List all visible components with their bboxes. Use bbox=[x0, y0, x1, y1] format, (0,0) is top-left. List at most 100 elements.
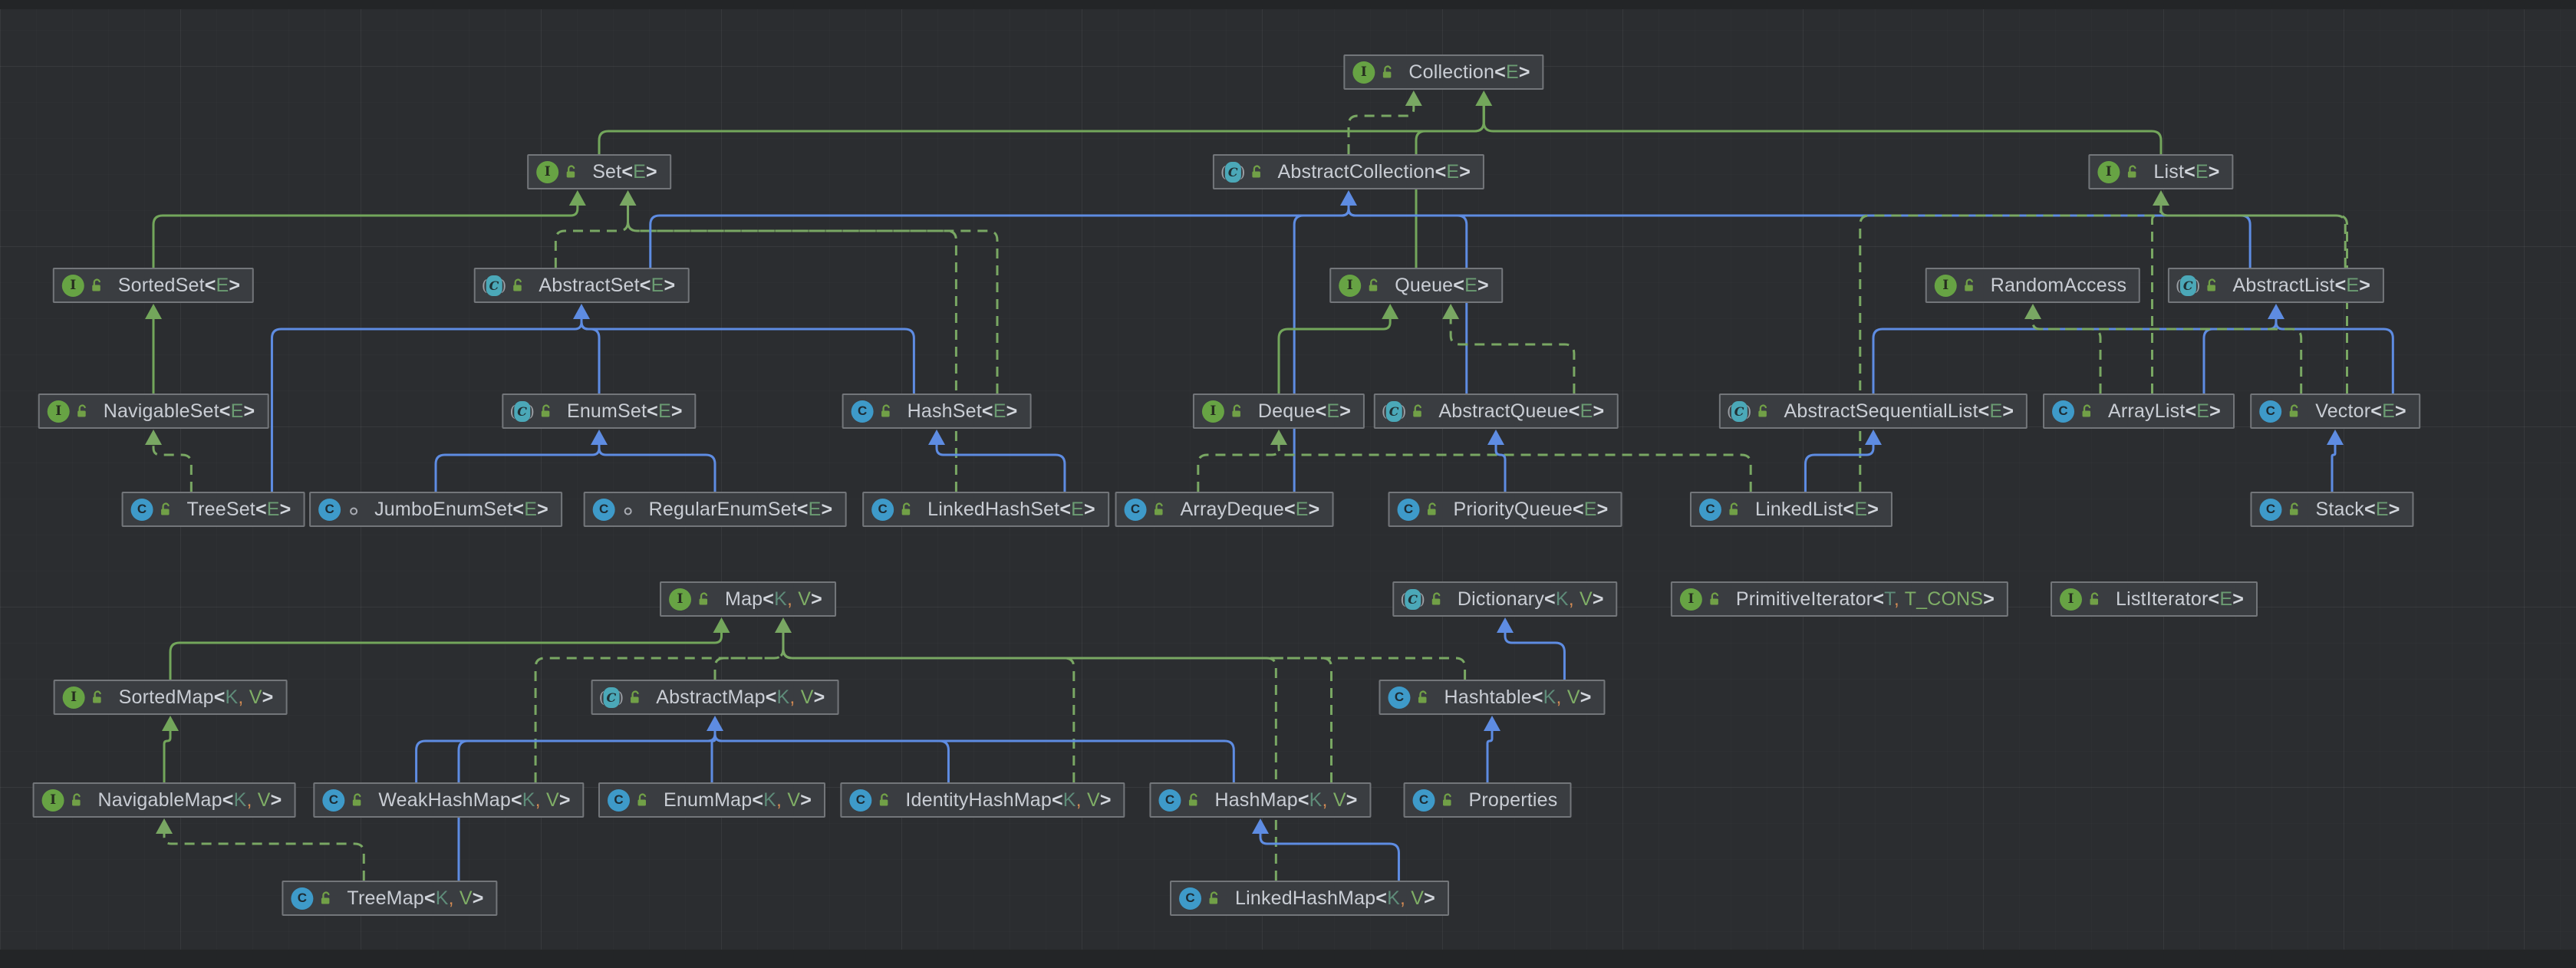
class-name-text: AbstractSet bbox=[539, 275, 639, 296]
node-Stack[interactable]: CStack<E> bbox=[2250, 492, 2413, 527]
node-TreeMap[interactable]: CTreeMap<K, V> bbox=[282, 881, 497, 916]
node-HashMap[interactable]: CHashMap<K, V> bbox=[1149, 782, 1371, 818]
node-EnumMap[interactable]: CEnumMap<K, V> bbox=[598, 782, 825, 818]
class-name-text: Vector bbox=[2315, 400, 2370, 422]
type-parameter: E bbox=[1989, 400, 2002, 422]
node-TreeSet[interactable]: CTreeSet<E> bbox=[122, 492, 305, 527]
edge-AbstractSet-Set-implements bbox=[555, 202, 628, 268]
node-AbstractMap[interactable]: (C)AbstractMap<K, V> bbox=[591, 680, 839, 715]
node-RandomAccess[interactable]: IRandomAccess bbox=[1925, 268, 2140, 303]
node-Map[interactable]: IMap<K, V> bbox=[660, 581, 836, 617]
node-AbstractSet[interactable]: (C)AbstractSet<E> bbox=[474, 268, 690, 303]
node-label: LinkedList<E> bbox=[1755, 499, 1879, 521]
class-icon: C bbox=[2052, 400, 2074, 423]
node-RegularEnumSet[interactable]: CRegularEnumSet<E> bbox=[584, 492, 847, 527]
class-icon: C bbox=[1388, 686, 1410, 709]
uml-diagram-canvas[interactable]: ICollection<E> ISet<E> (C)AbstractCollecti… bbox=[0, 0, 2576, 968]
class-name-text: LinkedHashSet bbox=[927, 499, 1059, 520]
generic-open-bracket: < bbox=[621, 161, 633, 183]
type-parameter: E bbox=[1464, 275, 1477, 296]
edge-PriorityQueue-AbstractQueue-extends-class bbox=[1496, 441, 1505, 492]
type-parameter: E bbox=[1854, 499, 1867, 520]
node-SortedSet[interactable]: ISortedSet<E> bbox=[53, 268, 254, 303]
type-parameter: K bbox=[1556, 588, 1569, 610]
edge-LinkedList-AbstractSequentialList-extends-class bbox=[1805, 441, 1873, 492]
node-label: Properties bbox=[1469, 789, 1558, 812]
edge-TreeMap-NavigableMap-implements bbox=[164, 830, 364, 881]
public-visibility-icon bbox=[1708, 591, 1723, 607]
node-label: SortedSet<E> bbox=[118, 275, 240, 297]
edge-JumboEnumSet-EnumSet-extends-class bbox=[436, 441, 599, 492]
node-label: AbstractList<E> bbox=[2233, 275, 2371, 297]
node-label: TreeMap<K, V> bbox=[347, 887, 483, 910]
type-parameter: K bbox=[774, 588, 787, 610]
node-AbstractSequentialList[interactable]: (C)AbstractSequentialList<E> bbox=[1719, 393, 2028, 429]
class-name-text: JumboEnumSet bbox=[374, 499, 512, 520]
node-NavigableSet[interactable]: INavigableSet<E> bbox=[38, 393, 269, 429]
node-PriorityQueue[interactable]: CPriorityQueue<E> bbox=[1388, 492, 1622, 527]
class-name-text: AbstractList bbox=[2233, 275, 2335, 296]
node-AbstractQueue[interactable]: (C)AbstractQueue<E> bbox=[1374, 393, 1619, 429]
edge-LinkedHashMap-HashMap-extends-class bbox=[1260, 830, 1398, 881]
type-parameter: E bbox=[1446, 161, 1459, 183]
generic-open-bracket: < bbox=[205, 275, 216, 296]
edge-AbstractCollection-Collection-implements bbox=[1349, 102, 1414, 154]
type-parameter: E bbox=[1506, 61, 1519, 83]
node-Properties[interactable]: CProperties bbox=[1404, 782, 1572, 818]
type-parameter: E bbox=[809, 499, 822, 520]
node-IdentityHashMap[interactable]: CIdentityHashMap<K, V> bbox=[840, 782, 1125, 818]
node-ArrayList[interactable]: CArrayList<E> bbox=[2043, 393, 2235, 429]
node-JumboEnumSet[interactable]: CJumboEnumSet<E> bbox=[309, 492, 562, 527]
generic-comma: , bbox=[789, 686, 795, 708]
node-label: Queue<E> bbox=[1395, 275, 1489, 297]
public-visibility-icon bbox=[2287, 502, 2302, 517]
edge-ArrayList-RandomAccess-implements bbox=[2033, 315, 2100, 393]
node-label: RandomAccess bbox=[1991, 275, 2126, 297]
node-ArrayDeque[interactable]: CArrayDeque<E> bbox=[1115, 492, 1334, 527]
node-PrimitiveIterator[interactable]: IPrimitiveIterator<T, T_CONS> bbox=[1671, 581, 2008, 617]
node-SortedMap[interactable]: ISortedMap<K, V> bbox=[54, 680, 288, 715]
node-ListIterator[interactable]: IListIterator<E> bbox=[2051, 581, 2258, 617]
node-AbstractCollection[interactable]: (C)AbstractCollection<E> bbox=[1213, 154, 1484, 189]
generic-comma: , bbox=[787, 588, 792, 610]
paren-glyph: ) bbox=[1746, 402, 1752, 420]
generic-open-bracket: < bbox=[1494, 61, 1506, 83]
node-Queue[interactable]: IQueue<E> bbox=[1329, 268, 1503, 303]
node-Vector[interactable]: CVector<E> bbox=[2250, 393, 2420, 429]
node-EnumSet[interactable]: (C)EnumSet<E> bbox=[502, 393, 696, 429]
node-Collection[interactable]: ICollection<E> bbox=[1343, 54, 1543, 90]
node-label: ListIterator<E> bbox=[2116, 588, 2244, 611]
node-Dictionary[interactable]: (C)Dictionary<K, V> bbox=[1392, 581, 1617, 617]
node-Hashtable[interactable]: CHashtable<K, V> bbox=[1379, 680, 1605, 715]
class-icon: C bbox=[318, 499, 341, 521]
generic-comma: , bbox=[1076, 789, 1082, 811]
type-parameter: E bbox=[231, 400, 244, 422]
type-parameter: E bbox=[1584, 499, 1597, 520]
node-LinkedHashMap[interactable]: CLinkedHashMap<K, V> bbox=[1170, 881, 1449, 916]
edge-Hashtable-Map-implements bbox=[783, 629, 1465, 680]
abstract-class-icon: (C) bbox=[1728, 401, 1751, 422]
node-LinkedHashSet[interactable]: CLinkedHashSet<E> bbox=[862, 492, 1109, 527]
edge-HashMap-Map-implements bbox=[783, 629, 1332, 782]
node-WeakHashMap[interactable]: CWeakHashMap<K, V> bbox=[313, 782, 584, 818]
type-parameter: E bbox=[267, 499, 280, 520]
class-icon: C bbox=[131, 499, 153, 521]
generic-open-bracket: < bbox=[2370, 400, 2382, 422]
public-visibility-icon bbox=[2087, 591, 2103, 607]
node-HashSet[interactable]: CHashSet<E> bbox=[842, 393, 1032, 429]
class-name-text: Hashtable bbox=[1444, 686, 1531, 708]
node-List[interactable]: IList<E> bbox=[2088, 154, 2233, 189]
node-Set[interactable]: ISet<E> bbox=[527, 154, 671, 189]
type-parameter: K bbox=[436, 887, 449, 909]
type-parameter: E bbox=[2219, 588, 2232, 610]
interface-icon: I bbox=[1352, 61, 1375, 84]
node-NavigableMap[interactable]: INavigableMap<K, V> bbox=[33, 782, 296, 818]
node-LinkedList[interactable]: CLinkedList<E> bbox=[1690, 492, 1892, 527]
node-Deque[interactable]: IDeque<E> bbox=[1193, 393, 1365, 429]
public-visibility-icon bbox=[697, 591, 712, 607]
generic-close-bracket: > bbox=[1597, 499, 1609, 520]
node-AbstractList[interactable]: (C)AbstractList<E> bbox=[2168, 268, 2384, 303]
class-icon: C bbox=[608, 789, 630, 812]
edge-Stack-Vector-extends-class bbox=[2332, 441, 2335, 492]
public-visibility-icon bbox=[90, 278, 105, 293]
